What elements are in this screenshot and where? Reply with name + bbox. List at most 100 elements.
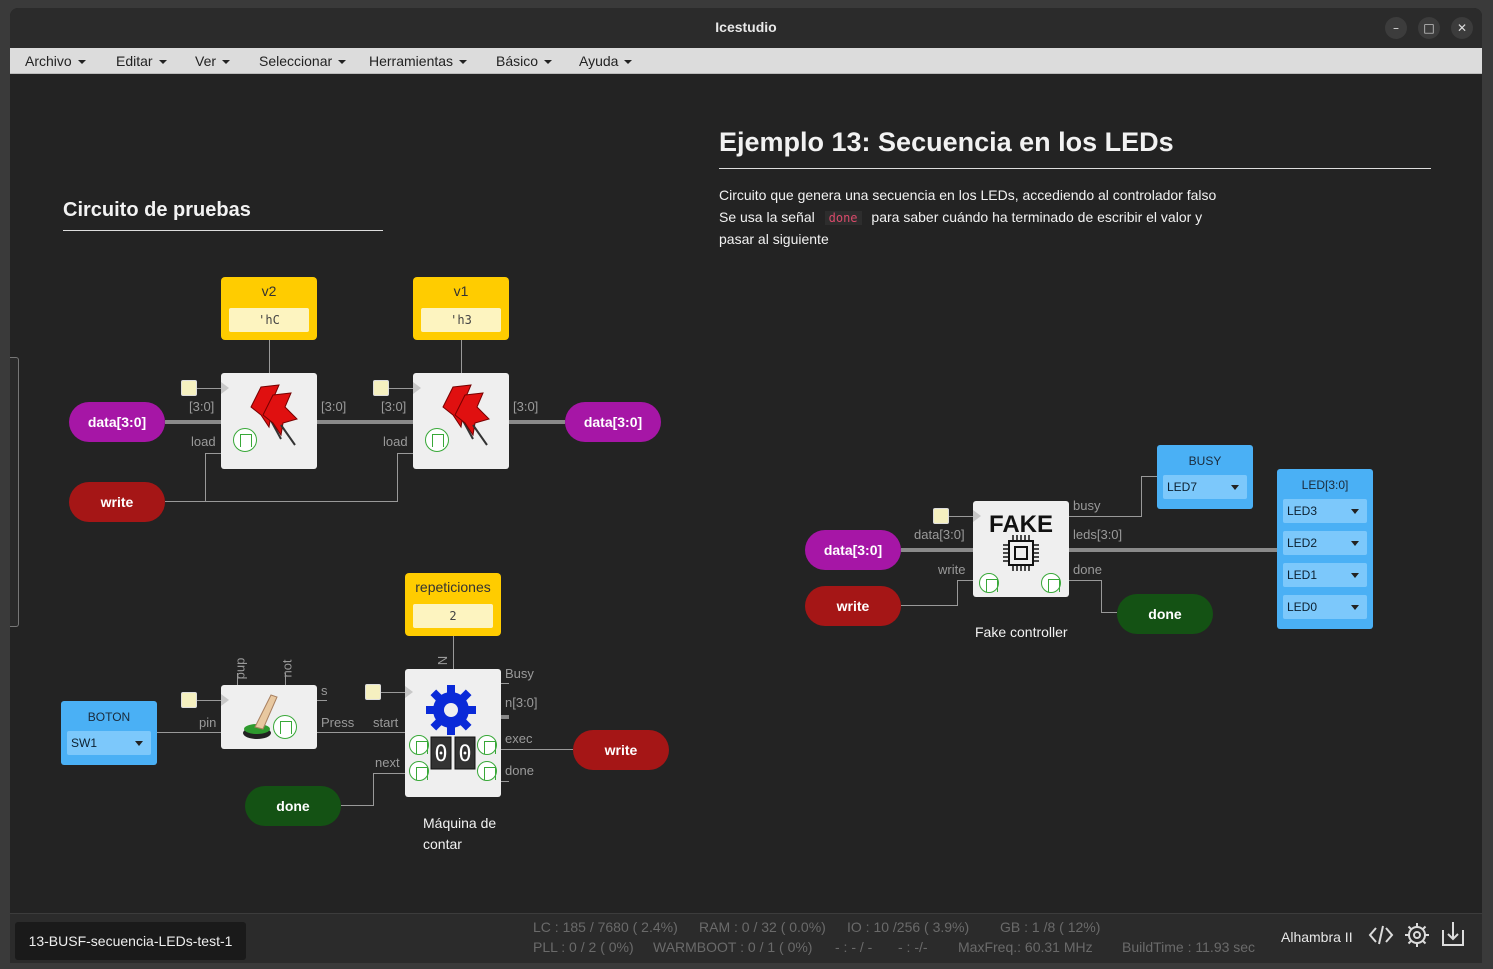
pin-select-led0[interactable]: LED0 [1283,595,1367,619]
wire [453,636,454,669]
right-heading-underline [719,168,1431,169]
wire [381,692,405,693]
wire [205,453,206,501]
const-v2[interactable]: v2 'hC [221,277,317,340]
s-label: s [321,683,328,698]
pin-select-sw1[interactable]: SW1 [67,731,151,755]
wire [373,773,405,774]
counter-machine-block[interactable]: 0 0 [405,669,501,797]
pin-select-led7[interactable]: LED7 [1163,475,1247,499]
counter-caption-1: Máquina de [423,815,497,831]
const-repeticiones[interactable]: repeticiones 2 [405,573,501,636]
input-write-right[interactable]: write [805,586,901,626]
title-bar: Icestudio – □ ✕ [10,8,1482,48]
bus-wire [317,420,413,424]
stat-gb: GB : 1 /8 ( 12%) [1000,919,1101,935]
description-line-3: pasar al siguiente [719,231,829,247]
stat-io: IO : 10 /256 ( 3.9%) [847,919,970,935]
description-line-1: Circuito que genera una secuencia en los… [719,187,1217,203]
pin-boton[interactable]: BOTON SW1 [61,701,157,765]
wire [901,605,957,606]
wire [397,453,413,454]
clock-square[interactable] [181,692,197,708]
menu-ayuda[interactable]: Ayuda [579,53,632,69]
pin-leds-name: LED[3:0] [1301,478,1349,492]
wire [397,453,398,501]
wire [317,732,405,733]
start-label: start [373,715,399,730]
wire [501,683,509,684]
output-done-right[interactable]: done [1117,594,1213,634]
clock-square[interactable] [181,380,197,396]
wire [165,501,398,502]
fake-controller-block[interactable]: FAKE [973,501,1069,597]
pin-icon [250,384,298,446]
push-button-icon [243,694,278,739]
fake-done-label: done [1073,562,1102,577]
const-rep-name: repeticiones [415,579,491,595]
menu-basico[interactable]: Básico [496,53,552,69]
load-label: load [383,434,408,449]
pin-select-led2[interactable]: LED2 [1283,531,1367,555]
pulse-icon [273,715,297,739]
bus-label: [3:0] [321,399,347,414]
minimize-button[interactable]: – [1385,17,1407,39]
bus-label: [3:0] [189,399,215,414]
const-rep-value[interactable]: 2 [413,604,493,628]
upload-icon[interactable] [1440,920,1466,948]
board-name[interactable]: Alhambra II [1281,929,1353,945]
menu-bar: Archivo Editar Ver Seleccionar Herramien… [10,48,1482,74]
counter-digit-2: 0 [458,742,471,767]
pin-select-led3[interactable]: LED3 [1283,499,1367,523]
input-data-right[interactable]: data[3:0] [805,530,901,570]
project-name[interactable]: 13-BUSF-secuencia-LEDs-test-1 [15,922,246,960]
wire [373,773,374,806]
const-v2-value[interactable]: 'hC [229,308,309,332]
pin-busy-name: BUSY [1188,454,1222,468]
menu-editar[interactable]: Editar [116,53,167,69]
close-button[interactable]: ✕ [1451,17,1473,39]
bus-label: [3:0] [381,399,407,414]
clock-square[interactable] [365,684,381,700]
button-block[interactable] [221,685,317,749]
const-v1[interactable]: v1 'h3 [413,277,509,340]
pulse-icon [409,735,429,755]
gear-settings-icon[interactable] [1404,922,1430,948]
clock-square[interactable] [373,380,389,396]
wire [197,700,221,701]
clock-square[interactable] [933,508,949,524]
pin-busy[interactable]: BUSY LED7 [1157,445,1253,509]
fake-data-label: data[3:0] [914,527,965,542]
design-canvas[interactable]: Circuito de pruebas v2 'hC v1 'h3 data[3… [10,75,1482,913]
wire [1101,580,1102,613]
collapsed-sidebar[interactable] [10,357,19,627]
wire [1101,612,1117,613]
maximize-button[interactable]: □ [1418,17,1440,39]
register-block-2[interactable] [413,373,509,469]
pin-select-led1[interactable]: LED1 [1283,563,1367,587]
pin-boton-name: BOTON [87,710,131,724]
stat-maxfreq: MaxFreq.: 60.31 MHz [958,939,1093,955]
not-label: not [279,659,295,678]
code-icon[interactable] [1367,923,1395,947]
input-write-left[interactable]: write [69,482,165,522]
wire [389,388,413,389]
const-v1-value[interactable]: 'h3 [421,308,501,332]
pin-leds[interactable]: LED[3:0] LED3 LED2 LED1 LED0 [1277,469,1373,629]
input-done-left[interactable]: done [245,786,341,826]
const-v1-name: v1 [453,283,469,299]
menu-ver[interactable]: Ver [195,53,230,69]
menu-herramientas[interactable]: Herramientas [369,53,467,69]
menu-archivo[interactable]: Archivo [25,53,86,69]
n-out-label: n[3:0] [505,695,538,710]
output-data-left[interactable]: data[3:0] [565,402,661,442]
menu-seleccionar[interactable]: Seleccionar [259,53,346,69]
wire [1069,580,1101,581]
register-block-1[interactable] [221,373,317,469]
counter-digit-1: 0 [434,742,447,767]
input-data-left[interactable]: data[3:0] [69,402,165,442]
wire [957,580,958,606]
output-write-left[interactable]: write [573,730,669,770]
wire [237,673,238,685]
const-v2-name: v2 [261,283,277,299]
